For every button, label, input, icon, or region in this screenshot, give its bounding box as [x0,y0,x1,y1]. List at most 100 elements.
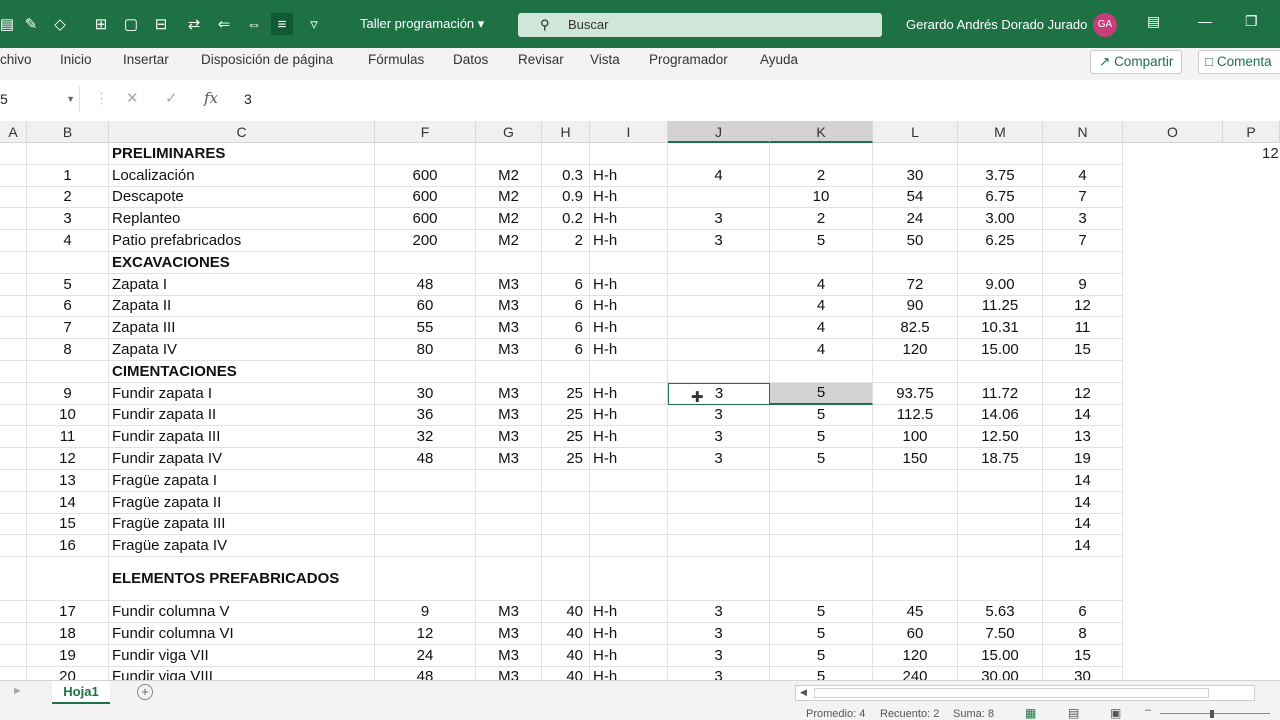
table-cell-b[interactable]: 18 [27,623,109,645]
formula-input[interactable]: 3 [244,91,252,107]
table-cell-j[interactable]: 3 [668,382,770,405]
table-cell-k[interactable]: 4 [770,317,873,340]
table-cell-g[interactable] [476,143,542,165]
table-cell-n[interactable]: 7 [1043,230,1123,252]
table-cell-b[interactable]: 11 [27,426,109,449]
table-cell-m[interactable]: 10.31 [958,317,1043,340]
table-icon[interactable]: ▤ [0,13,18,35]
table-cell-a[interactable] [0,470,27,492]
scrollbar-thumb[interactable] [814,688,1209,698]
table-cell-k[interactable]: 5 [770,666,873,680]
border-icon[interactable]: ▢ [120,13,142,35]
distribute-icon[interactable]: ⇔ [243,13,265,35]
table-cell-j[interactable]: 3 [668,601,770,623]
table-cell-h[interactable] [542,535,590,558]
table-cell-k[interactable] [770,470,873,492]
table-cell-n[interactable]: 15 [1043,339,1123,361]
table-cell-a[interactable] [0,361,27,383]
table-cell-j[interactable] [668,252,770,274]
table-cell-k[interactable]: 4 [770,273,873,296]
table-cell-j[interactable]: 3 [668,208,770,231]
table-cell-a[interactable] [0,295,27,318]
column-header-g[interactable]: G [476,121,542,143]
table-cell-l[interactable] [873,535,958,558]
ribbon-tab-vista[interactable]: Vista [590,52,620,67]
table-cell-m[interactable] [958,535,1043,558]
table-cell-c[interactable]: Replanteo [109,208,375,231]
sheet-tab-hoja1[interactable]: Hoja1 [52,681,110,705]
brush-icon[interactable]: ✎ [20,13,42,35]
table-cell-a[interactable] [0,426,27,449]
table-cell-j[interactable] [668,317,770,340]
page-break-icon[interactable]: ▣ [1110,706,1121,720]
table-cell-l[interactable]: 93.75 [873,382,958,405]
table-cell-i[interactable] [590,535,668,558]
table-cell-f[interactable]: 24 [375,644,476,667]
column-header-l[interactable]: L [873,121,958,143]
table-cell-m[interactable]: 6.25 [958,230,1043,252]
table-cell-k[interactable]: 4 [770,339,873,361]
scroll-tabs-icon[interactable]: ► [12,685,23,697]
table-cell-h[interactable]: 25 [542,404,590,427]
table-cell-m[interactable]: 3.75 [958,164,1043,187]
table-cell-n[interactable]: 19 [1043,448,1123,470]
table-cell-i[interactable]: H-h [590,644,668,667]
table-cell-m[interactable] [958,470,1043,492]
table-cell-g[interactable]: M3 [476,404,542,427]
table-cell-l[interactable]: 24 [873,208,958,231]
table-cell-c[interactable]: Fundir viga VII [109,644,375,667]
table-cell-n[interactable] [1043,557,1123,602]
table-cell-g[interactable] [476,557,542,602]
table-cell-m[interactable]: 11.72 [958,382,1043,405]
table-cell-i[interactable]: H-h [590,295,668,318]
table-cell-m[interactable]: 5.63 [958,601,1043,623]
table-cell-l[interactable]: 100 [873,426,958,449]
comments-button[interactable]: □ Comenta [1198,50,1280,74]
table-cell-g[interactable]: M3 [476,273,542,296]
table-cell-c[interactable]: Fundir columna V [109,601,375,623]
table-cell-j[interactable]: 3 [668,666,770,680]
table-cell-l[interactable] [873,470,958,492]
table-cell-b[interactable]: 20 [27,666,109,680]
table-cell-b[interactable] [27,557,109,602]
table-cell-k[interactable]: 2 [770,164,873,187]
table-cell-a[interactable] [0,186,27,209]
table-cell-k[interactable]: 5 [770,623,873,645]
table-cell-l[interactable] [873,361,958,383]
column-header-f[interactable]: F [375,121,476,143]
table-cell-b[interactable]: 9 [27,382,109,405]
table-cell-c[interactable]: Zapata I [109,273,375,296]
table-cell-c[interactable]: CIMENTACIONES [109,361,375,383]
table-cell-n[interactable]: 14 [1043,491,1123,514]
table-cell-l[interactable] [873,252,958,274]
table-cell-c[interactable]: Fragüe zapata III [109,513,375,536]
table-cell-k[interactable] [770,361,873,383]
table-cell-k[interactable] [770,143,873,165]
table-cell-l[interactable] [873,491,958,514]
table-cell-f[interactable] [375,252,476,274]
table-cell-a[interactable] [0,623,27,645]
table-cell-f[interactable] [375,491,476,514]
table-cell-k[interactable]: 5 [770,230,873,252]
table-cell-b[interactable]: 4 [27,230,109,252]
table-cell-n[interactable]: 12 [1043,382,1123,405]
table-cell-f[interactable]: 600 [375,208,476,231]
table-cell-g[interactable] [476,513,542,536]
table-cell-n[interactable]: 15 [1043,644,1123,667]
table-cell-m[interactable]: 15.00 [958,644,1043,667]
table-cell-l[interactable]: 90 [873,295,958,318]
table-cell-n[interactable] [1043,252,1123,274]
zoom-slider[interactable] [1160,713,1270,714]
table-cell-l[interactable]: 150 [873,448,958,470]
add-sheet-icon[interactable]: + [137,684,153,700]
table-cell-f[interactable]: 9 [375,601,476,623]
table-cell-i[interactable]: H-h [590,666,668,680]
table-cell-g[interactable]: M3 [476,426,542,449]
table-cell-k[interactable]: 5 [770,426,873,449]
column-header-p[interactable]: P [1223,121,1280,143]
table-cell-f[interactable] [375,470,476,492]
table-cell-a[interactable] [0,535,27,558]
table-cell-n[interactable]: 14 [1043,470,1123,492]
table-cell-b[interactable]: 17 [27,601,109,623]
table-cell-m[interactable]: 30.00 [958,666,1043,680]
